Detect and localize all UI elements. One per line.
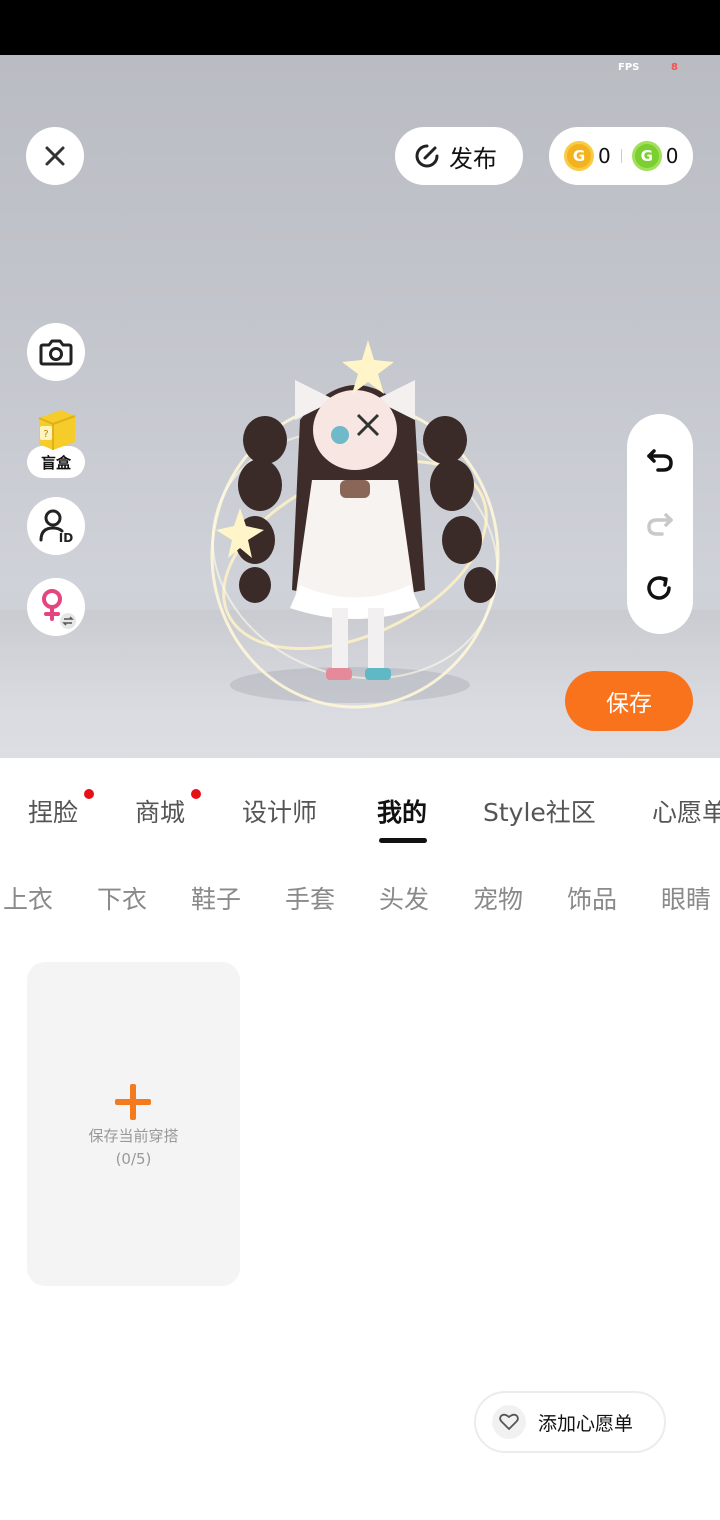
currency-panel[interactable]: G 0 G 0: [549, 127, 693, 185]
add-wishlist-button[interactable]: 添加心愿单: [474, 1391, 666, 1453]
fps-label: FPS: [618, 62, 640, 73]
add-wishlist-label: 添加心愿单: [538, 1412, 634, 1435]
history-panel: [627, 414, 693, 634]
reset-icon: [647, 576, 671, 600]
avatar-id-button[interactable]: ID: [27, 497, 85, 555]
tab-wishlist[interactable]: 心愿单: [652, 793, 720, 829]
avatar-character[interactable]: [200, 330, 520, 730]
reset-button[interactable]: [640, 568, 680, 608]
heart-icon: [492, 1405, 526, 1439]
female-gender-swap-icon: [42, 589, 76, 629]
subtab-bottom[interactable]: 下衣: [97, 880, 147, 916]
publish-label: 发布: [449, 144, 497, 173]
gender-switch-button[interactable]: [27, 578, 85, 636]
subtab-top[interactable]: 上衣: [3, 880, 53, 916]
camera-button[interactable]: [27, 323, 85, 381]
plus-icon: [115, 1084, 151, 1120]
save-outfit-card[interactable]: 保存当前穿搭 (0/5): [27, 962, 240, 1286]
svg-text:?: ?: [43, 429, 48, 440]
save-button[interactable]: 保存: [565, 671, 693, 731]
subtab-eyes[interactable]: 眼睛: [661, 880, 711, 916]
undo-icon: [647, 449, 673, 472]
close-button[interactable]: [26, 127, 84, 185]
save-outfit-label: 保存当前穿搭: [88, 1127, 179, 1145]
subtab-gloves[interactable]: 手套: [285, 880, 335, 916]
subcategory-tabs: 上衣 下衣 鞋子 手套 头发 宠物 饰品 眼睛: [0, 870, 720, 920]
undo-button[interactable]: [640, 440, 680, 480]
tab-mall[interactable]: 商城: [135, 793, 185, 829]
close-icon: [45, 146, 65, 166]
tab-face[interactable]: 捏脸: [28, 793, 78, 829]
tab-mall-badge: [191, 789, 201, 799]
blind-box-label: 盲盒: [27, 446, 85, 478]
tab-mine[interactable]: 我的: [377, 793, 427, 829]
blind-box-icon: ?: [38, 410, 76, 450]
subtab-pets[interactable]: 宠物: [473, 880, 523, 916]
green-coin-value: 0: [665, 144, 679, 168]
svg-text:ID: ID: [59, 531, 73, 544]
currency-divider: [620, 149, 622, 163]
category-tabs: 捏脸 商城 设计师 我的 Style社区 心愿单: [0, 758, 720, 848]
green-coin-icon: G: [631, 141, 662, 171]
subtab-shoes[interactable]: 鞋子: [191, 880, 241, 916]
publish-icon: [415, 144, 439, 168]
avatar-id-icon: ID: [39, 509, 73, 544]
publish-button[interactable]: 发布: [395, 127, 523, 185]
redo-button[interactable]: [640, 504, 680, 544]
subtab-hair[interactable]: 头发: [379, 880, 429, 916]
save-outfit-count: (0/5): [115, 1150, 152, 1168]
gold-coin-icon: G: [564, 141, 594, 171]
fps-value: 8: [671, 62, 678, 73]
subtab-accessories[interactable]: 饰品: [567, 880, 617, 916]
blind-box-button[interactable]: 盲盒 ?: [27, 404, 85, 478]
status-bar: [0, 0, 720, 55]
redo-icon: [647, 513, 673, 536]
tab-designer[interactable]: 设计师: [242, 793, 317, 829]
tab-face-badge: [84, 789, 94, 799]
camera-icon: [39, 339, 73, 366]
tab-style-community[interactable]: Style社区: [483, 793, 596, 829]
gold-coin-value: 0: [598, 144, 611, 168]
active-tab-indicator: [379, 838, 427, 843]
